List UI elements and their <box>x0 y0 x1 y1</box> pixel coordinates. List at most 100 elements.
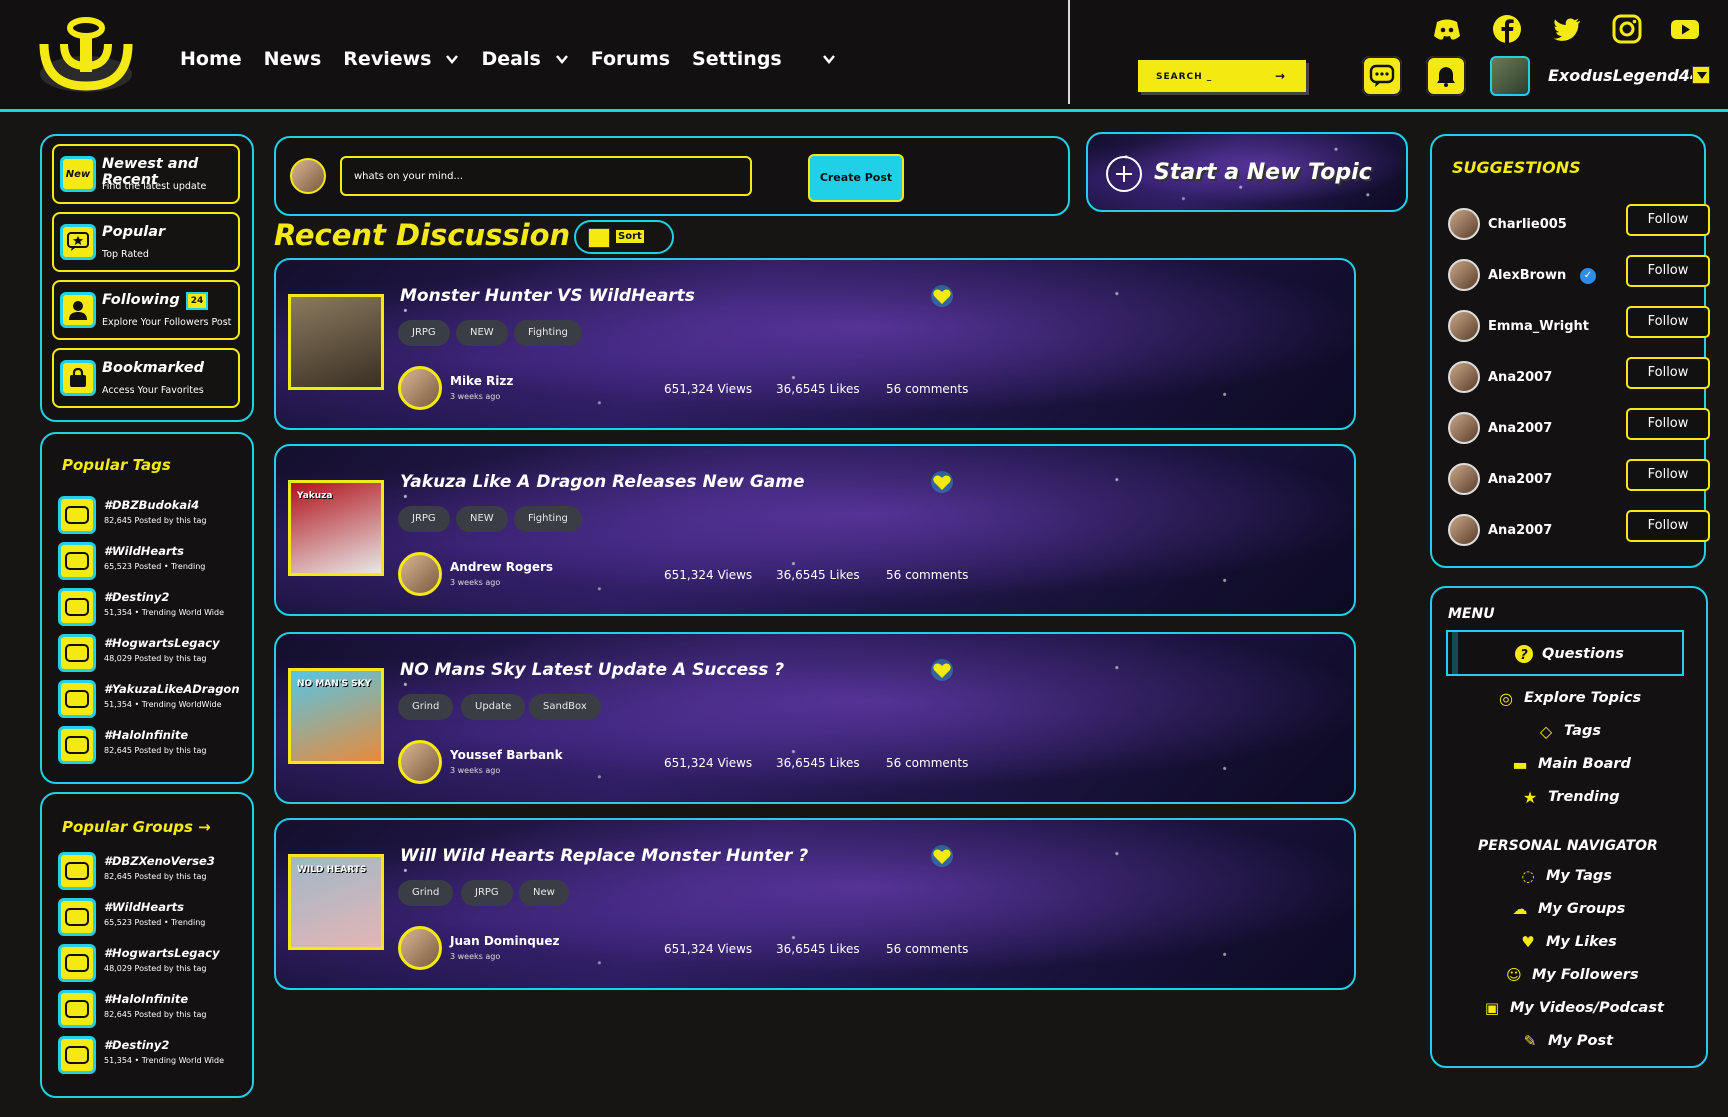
post-thumbnail[interactable]: NO MAN'S SKY <box>288 668 384 764</box>
heart-icon[interactable] <box>930 844 954 868</box>
facebook-icon[interactable] <box>1492 14 1522 44</box>
author-avatar[interactable] <box>398 740 442 784</box>
post-comments[interactable]: 56 comments <box>886 568 968 582</box>
post-title[interactable]: Yakuza Like A Dragon Releases New Game <box>400 472 805 492</box>
tag-row[interactable]: #WildHearts 65,523 Posted • Trending <box>58 538 248 580</box>
nav-forums[interactable]: Forums <box>591 48 670 70</box>
user-avatar[interactable] <box>1490 56 1530 96</box>
tag-row[interactable]: #DBZBudokai4 82,645 Posted by this tag <box>58 492 248 534</box>
suggestion-avatar[interactable] <box>1448 208 1480 240</box>
create-post-button[interactable]: Create Post <box>808 154 904 202</box>
suggestion-avatar[interactable] <box>1448 463 1480 495</box>
author-name[interactable]: Andrew Rogers <box>450 560 553 574</box>
post-thumbnail[interactable] <box>288 294 384 390</box>
post-tag-chip[interactable]: SandBox <box>529 694 601 720</box>
follow-button[interactable]: Follow <box>1626 408 1710 440</box>
author-name[interactable]: Youssef Barbank <box>450 748 563 762</box>
post-comments[interactable]: 56 comments <box>886 942 968 956</box>
post-tag-chip[interactable]: Fighting <box>514 320 582 346</box>
nav-newest-recent[interactable]: New Newest and Recent Find the latest up… <box>52 144 240 204</box>
tag-row[interactable]: #HaloInfinite 82,645 Posted by this tag <box>58 722 248 764</box>
suggestion-name[interactable]: Ana2007 <box>1488 421 1552 436</box>
post-card[interactable]: NO MAN'S SKY NO Mans Sky Latest Update A … <box>274 632 1356 804</box>
search-input[interactable]: SEARCH _ → <box>1138 60 1306 92</box>
post-thumbnail[interactable]: WILD HEARTS <box>288 854 384 950</box>
post-tag-chip[interactable]: JRPG <box>461 880 513 906</box>
follow-button[interactable]: Follow <box>1626 255 1710 287</box>
user-menu-dropdown[interactable] <box>1692 66 1710 84</box>
author-name[interactable]: Mike Rizz <box>450 374 513 388</box>
post-tag-chip[interactable]: New <box>519 880 569 906</box>
youtube-icon[interactable] <box>1670 14 1700 44</box>
sort-button[interactable]: Sort <box>574 220 674 254</box>
menu-item[interactable]: ◎ Explore Topics <box>1496 688 1641 708</box>
post-card[interactable]: Monster Hunter VS WildHearts JRPG NEW Fight… <box>274 258 1356 430</box>
follow-button[interactable]: Follow <box>1626 459 1710 491</box>
suggestion-name[interactable]: Emma_Wright <box>1488 319 1589 334</box>
nav-settings[interactable]: Settings <box>692 48 836 70</box>
author-avatar[interactable] <box>398 366 442 410</box>
popular-groups-title[interactable]: Popular Groups → <box>62 818 211 836</box>
instagram-icon[interactable] <box>1612 14 1642 44</box>
discord-icon[interactable] <box>1432 14 1462 44</box>
nav-popular[interactable]: Popular Top Rated <box>52 212 240 272</box>
twitter-icon[interactable] <box>1552 14 1582 44</box>
suggestion-avatar[interactable] <box>1448 310 1480 342</box>
suggestion-avatar[interactable] <box>1448 412 1480 444</box>
follow-button[interactable]: Follow <box>1626 204 1710 236</box>
post-comments[interactable]: 56 comments <box>886 382 968 396</box>
nav-following[interactable]: Following 24 Explore Your Followers Post <box>52 280 240 340</box>
post-tag-chip[interactable]: Grind <box>398 694 454 720</box>
suggestion-avatar[interactable] <box>1448 259 1480 291</box>
username[interactable]: ExodusLegend44 <box>1548 66 1701 85</box>
tag-row[interactable]: #HogwartsLegacy 48,029 Posted by this tag <box>58 940 248 982</box>
nav-home[interactable]: Home <box>180 48 242 70</box>
personal-nav-item[interactable]: ✎ My Post <box>1520 1031 1613 1051</box>
nav-news[interactable]: News <box>264 48 322 70</box>
post-composer-input[interactable]: whats on your mind... <box>340 156 752 196</box>
post-tag-chip[interactable]: Update <box>461 694 526 720</box>
post-tag-chip[interactable]: JRPG <box>398 320 450 346</box>
nav-reviews[interactable]: Reviews <box>343 48 459 70</box>
heart-icon[interactable] <box>930 284 954 308</box>
menu-item-questions[interactable]: ? Questions <box>1446 630 1684 676</box>
post-card[interactable]: Yakuza Yakuza Like A Dragon Releases New … <box>274 444 1356 616</box>
nav-deals[interactable]: Deals <box>481 48 568 70</box>
messages-button[interactable] <box>1362 56 1402 96</box>
heart-icon[interactable] <box>930 470 954 494</box>
tag-row[interactable]: #HaloInfinite 82,645 Posted by this tag <box>58 986 248 1028</box>
personal-nav-item[interactable]: ☁ My Groups <box>1510 899 1626 919</box>
heart-icon[interactable] <box>930 658 954 682</box>
author-name[interactable]: Juan Dominquez <box>450 934 559 948</box>
post-tag-chip[interactable]: NEW <box>456 506 508 532</box>
personal-nav-item[interactable]: ◌ My Tags <box>1518 866 1611 886</box>
post-tag-chip[interactable]: Fighting <box>514 506 582 532</box>
post-tag-chip[interactable]: JRPG <box>398 506 450 532</box>
nav-bookmarked[interactable]: Bookmarked Access Your Favorites <box>52 348 240 408</box>
post-title[interactable]: NO Mans Sky Latest Update A Success ? <box>400 660 784 680</box>
tag-row[interactable]: #Destiny2 51,354 • Trending World Wide <box>58 1032 248 1074</box>
site-logo[interactable] <box>36 14 136 94</box>
follow-button[interactable]: Follow <box>1626 306 1710 338</box>
tag-row[interactable]: #HogwartsLegacy 48,029 Posted by this tag <box>58 630 248 672</box>
post-tag-chip[interactable]: Grind <box>398 880 454 906</box>
follow-button[interactable]: Follow <box>1626 357 1710 389</box>
post-comments[interactable]: 56 comments <box>886 756 968 770</box>
notifications-button[interactable] <box>1426 56 1466 96</box>
post-title[interactable]: Will Wild Hearts Replace Monster Hunter … <box>400 846 808 866</box>
tag-row[interactable]: #DBZXenoVerse3 82,645 Posted by this tag <box>58 848 248 890</box>
author-avatar[interactable] <box>398 552 442 596</box>
suggestion-name[interactable]: AlexBrown <box>1488 268 1566 283</box>
suggestion-avatar[interactable] <box>1448 361 1480 393</box>
menu-item[interactable]: ★ Trending <box>1520 787 1620 807</box>
post-title[interactable]: Monster Hunter VS WildHearts <box>400 286 695 306</box>
arrow-right-icon[interactable]: → <box>1275 69 1286 83</box>
post-card[interactable]: WILD HEARTS Will Wild Hearts Replace Mons… <box>274 818 1356 990</box>
personal-nav-item[interactable]: ▣ My Videos/Podcast <box>1482 998 1664 1018</box>
post-thumbnail[interactable]: Yakuza <box>288 480 384 576</box>
personal-nav-item[interactable]: ☺ My Followers <box>1504 965 1638 985</box>
personal-nav-item[interactable]: ♥ My Likes <box>1518 932 1616 952</box>
post-tag-chip[interactable]: NEW <box>456 320 508 346</box>
suggestion-name[interactable]: Ana2007 <box>1488 523 1552 538</box>
suggestion-name[interactable]: Charlie005 <box>1488 217 1567 232</box>
